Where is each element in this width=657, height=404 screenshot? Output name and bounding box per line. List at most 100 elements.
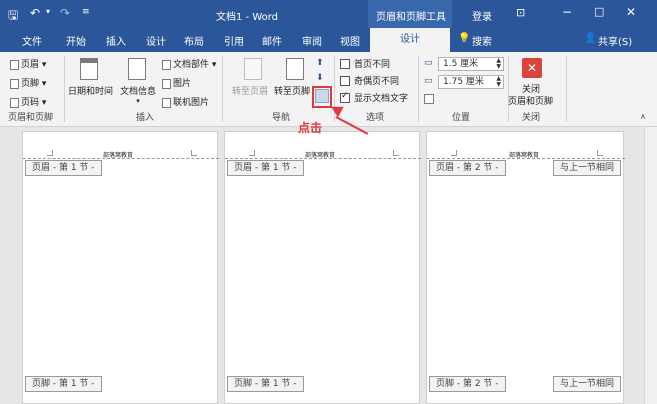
first-page-checkbox[interactable] xyxy=(340,59,350,69)
footer-icon xyxy=(10,78,19,89)
header-position-icon: ▭ xyxy=(424,58,433,68)
footer-label: 页脚 xyxy=(21,79,40,89)
docinfo-button[interactable]: 文档信息 ▾ xyxy=(120,84,156,105)
tab-file[interactable]: 文件 xyxy=(22,33,42,48)
quickparts-label: 文档部件 xyxy=(173,60,210,70)
document-info-icon xyxy=(128,58,146,80)
show-document-text-checkbox[interactable] xyxy=(340,91,350,103)
tab-references[interactable]: 引用 xyxy=(224,33,244,48)
header-section-tag: 页眉 - 第 2 节 - xyxy=(429,160,506,176)
header-icon xyxy=(10,59,19,70)
vertical-scrollbar[interactable] xyxy=(644,127,657,404)
group-label-hf: 页眉和页脚 xyxy=(8,113,54,123)
insert-alignment-tab-icon[interactable] xyxy=(424,94,434,104)
tell-me-search[interactable]: 搜索 xyxy=(472,33,492,48)
highlight-box xyxy=(312,86,332,108)
goto-header-icon xyxy=(244,58,262,80)
margin-corner-mark xyxy=(451,150,457,156)
group-separator xyxy=(222,56,223,122)
first-page-label: 首页不同 xyxy=(354,60,391,70)
margin-corner-mark xyxy=(191,150,197,156)
footer-position-input[interactable]: 1.75 厘米 ▲ ▼ xyxy=(438,75,504,89)
group-label-insert: 插入 xyxy=(136,113,155,123)
tab-insert[interactable]: 插入 xyxy=(106,33,126,48)
header-button[interactable]: 页眉 ▾ xyxy=(10,57,46,70)
close-header-footer-icon[interactable]: ✕ xyxy=(522,58,542,78)
redo-icon[interactable]: ↷ xyxy=(60,6,70,20)
context-tools-label: 页眉和页脚工具 xyxy=(376,12,446,23)
header-boundary xyxy=(427,158,625,159)
tab-review[interactable]: 审阅 xyxy=(302,33,322,48)
footer-button[interactable]: 页脚 ▾ xyxy=(10,76,46,89)
close-icon[interactable]: ✕ xyxy=(626,5,636,19)
odd-even-checkbox[interactable] xyxy=(340,76,350,86)
collapse-ribbon-icon[interactable]: ∧ xyxy=(640,112,646,121)
picture-button[interactable]: 图片 xyxy=(162,76,191,89)
page-number-label: 页码 xyxy=(21,98,40,108)
save-icon[interactable]: 🖫 xyxy=(8,6,18,27)
picture-label: 图片 xyxy=(173,79,192,89)
group-separator xyxy=(508,56,509,122)
tab-home[interactable]: 开始 xyxy=(66,33,86,48)
login-link[interactable]: 登录 xyxy=(472,8,492,23)
group-label-nav: 导航 xyxy=(272,113,291,123)
margin-corner-mark xyxy=(393,150,399,156)
maximize-icon[interactable]: □ xyxy=(594,5,604,18)
ribbon-display-options-icon[interactable]: ⊡ xyxy=(516,6,525,19)
group-label-options: 选项 xyxy=(366,113,385,123)
calendar-icon xyxy=(80,58,98,80)
header-boundary xyxy=(23,158,219,159)
group-separator xyxy=(566,56,567,122)
spinner-arrows-icon[interactable]: ▲ ▼ xyxy=(496,76,501,88)
online-picture-button[interactable]: 联机图片 xyxy=(162,95,209,108)
online-picture-label: 联机图片 xyxy=(173,98,210,108)
page-2: 部落窝教育 页眉 - 第 1 节 - 页脚 - 第 1 节 - xyxy=(224,131,421,404)
goto-header-button[interactable]: 转至页眉 xyxy=(232,84,268,97)
datetime-button[interactable]: 日期和时间 xyxy=(68,84,113,97)
window-title: 文档1 - Word xyxy=(216,12,279,23)
next-section-icon[interactable]: ⬇ xyxy=(316,73,324,83)
show-document-text-label: 显示文档文字 xyxy=(354,94,409,104)
footer-position-icon: ▭ xyxy=(424,76,433,86)
tab-design[interactable]: 设计 xyxy=(146,33,166,48)
spinner-arrows-icon[interactable]: ▲ ▼ xyxy=(496,58,501,70)
header-boundary xyxy=(225,158,421,159)
tab-layout[interactable]: 布局 xyxy=(184,33,204,48)
minimize-icon[interactable]: − xyxy=(562,5,572,19)
margin-corner-mark xyxy=(597,150,603,156)
page-number-icon xyxy=(10,97,19,108)
footer-section-tag: 页脚 - 第 2 节 - xyxy=(429,376,506,392)
close-header-footer-line2[interactable]: 页眉和页脚 xyxy=(508,94,553,107)
previous-section-icon[interactable]: ⬆ xyxy=(316,58,324,68)
header-label: 页眉 xyxy=(21,60,40,70)
online-picture-icon xyxy=(162,97,171,108)
title-bar: 🖫 ↶ ▾ ↷ ≡ 文档1 - Word 页眉和页脚工具 登录 ⊡ − □ ✕ xyxy=(0,0,657,28)
header-section-tag: 页眉 - 第 1 节 - xyxy=(25,160,102,176)
docinfo-label: 文档信息 xyxy=(120,87,157,97)
goto-footer-button[interactable]: 转至页脚 xyxy=(274,84,310,97)
customize-quick-access-icon[interactable]: ≡ xyxy=(82,7,90,17)
footer-section-tag: 页脚 - 第 1 节 - xyxy=(25,376,102,392)
share-button[interactable]: 共享(S) xyxy=(598,33,632,48)
header-section-tag: 页眉 - 第 1 节 - xyxy=(227,160,304,176)
tab-view[interactable]: 视图 xyxy=(340,33,360,48)
quickparts-icon xyxy=(162,59,171,70)
page-number-button[interactable]: 页码 ▾ xyxy=(10,95,46,108)
undo-dropdown-icon[interactable]: ▾ xyxy=(46,7,50,16)
tab-hf-design[interactable]: 设计 xyxy=(370,28,450,52)
group-label-position: 位置 xyxy=(452,113,471,123)
header-position-value: 1.5 厘米 xyxy=(443,59,479,69)
undo-icon[interactable]: ↶ xyxy=(30,6,40,20)
group-label-close: 关闭 xyxy=(522,113,541,123)
goto-footer-icon xyxy=(286,58,304,80)
header-position-input[interactable]: 1.5 厘米 ▲ ▼ xyxy=(438,57,504,71)
margin-corner-mark xyxy=(249,150,255,156)
same-as-previous-tag: 与上一节相同 xyxy=(553,160,622,176)
tab-mailings[interactable]: 邮件 xyxy=(262,33,282,48)
footer-position-value: 1.75 厘米 xyxy=(443,77,484,87)
footer-section-tag: 页脚 - 第 1 节 - xyxy=(227,376,304,392)
same-as-previous-footer-tag: 与上一节相同 xyxy=(553,376,622,392)
quickparts-button[interactable]: 文档部件 ▾ xyxy=(162,57,216,70)
group-separator xyxy=(64,56,65,122)
annotation-text: 点击 xyxy=(298,121,323,135)
